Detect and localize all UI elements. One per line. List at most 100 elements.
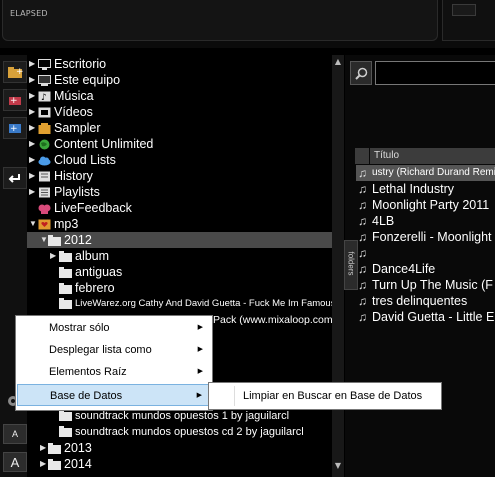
tree-item-label: Este equipo [54, 73, 121, 87]
tree-item-playlists[interactable]: ▶ Playlists [27, 184, 332, 200]
add-playlist-button[interactable]: + [3, 117, 27, 139]
tree-item-history[interactable]: ▶ History [27, 168, 332, 184]
add-folder-button[interactable]: + [3, 61, 27, 83]
folder-tree[interactable]: ▶ Escritorio ▶ Este equipo ▶ ♪ Música ▶ … [27, 55, 332, 477]
column-header-title[interactable]: Título [370, 148, 495, 164]
expand-arrow-icon[interactable]: ▶ [29, 120, 37, 136]
add-filter-button[interactable]: + [3, 89, 27, 111]
tree-item-label: 2013 [64, 441, 92, 455]
tree-item-album[interactable]: ▶ album [27, 248, 332, 264]
expand-arrow-icon[interactable]: ▶ [29, 104, 37, 120]
tree-item-label: antiguas [75, 265, 123, 279]
track-row[interactable]: ♫ [356, 245, 495, 261]
music-note-icon: ♫ [358, 246, 367, 260]
submenu-arrow-icon: ▶ [197, 324, 203, 331]
svg-text:+: + [10, 96, 18, 106]
search-button[interactable] [350, 61, 372, 85]
scroll-down-icon[interactable]: ▼ [332, 460, 344, 472]
music-folder-icon: ♪ [38, 90, 51, 103]
tree-item-este-equipo[interactable]: ▶ Este equipo [27, 72, 332, 88]
tree-item-febrero[interactable]: febrero [27, 280, 332, 296]
tree-item-antiguas[interactable]: antiguas [27, 264, 332, 280]
menu-item-mostrar-solo[interactable]: Mostrar sólo ▶ [17, 317, 211, 339]
track-row[interactable]: ♫ David Guetta - Little E [356, 309, 495, 325]
tree-item-escritorio[interactable]: ▶ Escritorio [27, 56, 332, 72]
menu-item-desplegar-lista[interactable]: Desplegar lista como ▶ [17, 339, 211, 361]
tree-item-livefeedback[interactable]: LiveFeedback [27, 200, 332, 216]
menu-item-base-de-datos[interactable]: Base de Datos ▶ [17, 384, 211, 406]
track-row[interactable]: ♫ Dance4Life [356, 261, 495, 277]
deck-side-button[interactable] [452, 4, 476, 16]
track-row[interactable]: ♫ Fonzerelli - Moonlight [356, 229, 495, 245]
svg-text:+: + [16, 67, 23, 77]
tree-item-cloud-lists[interactable]: ▶ Cloud Lists [27, 152, 332, 168]
back-button[interactable] [3, 167, 27, 189]
font-smaller-button[interactable]: A [3, 424, 27, 444]
track-title: ustry (Richard Durand Remix)-w [372, 167, 495, 178]
expand-arrow-icon[interactable]: ▶ [29, 152, 37, 168]
track-title: Dance4Life [372, 262, 436, 276]
tree-item-2012[interactable]: ▼ 2012 [27, 232, 332, 248]
tree-item-content-unlimited[interactable]: ▶ Content Unlimited [27, 136, 332, 152]
track-row[interactable]: ♫ Moonlight Party 2011 [356, 197, 495, 213]
track-title: tres delinquentes [372, 294, 468, 308]
tree-scrollbar[interactable] [332, 55, 344, 477]
tree-item-label: Pack (www.mixaloop.com) [213, 314, 332, 326]
expand-arrow-icon[interactable]: ▶ [40, 440, 48, 456]
music-note-icon: ♫ [358, 310, 367, 324]
folder-icon [59, 250, 72, 262]
font-larger-button[interactable]: A [3, 452, 27, 472]
track-title: Moonlight Party 2011 [372, 198, 490, 212]
collapse-arrow-icon[interactable]: ▼ [29, 216, 37, 232]
menu-item-elementos-raiz[interactable]: Elementos Raíz ▶ [17, 361, 211, 383]
tree-item-label: LiveFeedback [54, 201, 132, 215]
track-row[interactable]: ♫ 4LB [356, 213, 495, 229]
collapse-arrow-icon[interactable]: ▼ [40, 232, 48, 248]
track-row[interactable]: ♫ tres delinquentes [356, 293, 495, 309]
expand-arrow-icon[interactable]: ▶ [29, 56, 37, 72]
expand-arrow-icon[interactable]: ▶ [29, 168, 37, 184]
music-note-icon: ♫ [358, 278, 367, 292]
livefeedback-icon [38, 202, 51, 214]
music-note-icon: ♫ [358, 198, 367, 212]
tree-item-musica[interactable]: ▶ ♪ Música [27, 88, 332, 104]
tree-item-label: album [75, 249, 110, 263]
tree-item-livewarez[interactable]: LiveWarez.org Cathy And David Guetta - F… [27, 296, 332, 312]
track-title: Fonzerelli - Moonlight [372, 230, 492, 244]
search-input[interactable] [375, 61, 495, 85]
tree-item-label: 2014 [64, 457, 92, 471]
globe-icon [38, 138, 51, 150]
tree-item-label: Content Unlimited [54, 137, 154, 151]
expand-arrow-icon[interactable]: ▶ [50, 248, 58, 264]
desktop-icon [38, 58, 51, 70]
tree-item-mp3[interactable]: ▼ mp3 [27, 216, 332, 232]
expand-arrow-icon[interactable]: ▶ [29, 72, 37, 88]
expand-arrow-icon[interactable]: ▶ [29, 136, 37, 152]
expand-arrow-icon[interactable]: ▶ [29, 88, 37, 104]
menu-item-limpiar-base-de-datos[interactable]: Limpiar en Buscar en Base de Datos [243, 383, 422, 409]
folders-tab-label: folders [346, 251, 356, 276]
column-header-icon-cell[interactable] [355, 148, 369, 164]
folder-icon [59, 298, 72, 309]
database-submenu: Limpiar en Buscar en Base de Datos [208, 382, 442, 410]
tree-item-2014[interactable]: ▶ 2014 [27, 456, 332, 472]
tree-item-sampler[interactable]: ▶ Sampler [27, 120, 332, 136]
expand-arrow-icon[interactable]: ▶ [40, 456, 48, 472]
menu-item-label: Mostrar sólo [49, 322, 110, 334]
computer-icon [38, 74, 51, 86]
tree-item-videos[interactable]: ▶ Vídeos [27, 104, 332, 120]
track-row[interactable]: ♫ Turn Up The Music (F [356, 277, 495, 293]
add-filter-icon: + [9, 96, 21, 106]
music-note-icon: ♫ [358, 262, 367, 276]
music-note-icon: ♫ [358, 294, 367, 308]
tree-item-label: 2012 [64, 233, 92, 247]
folder-icon [59, 282, 72, 294]
scroll-up-icon[interactable]: ▲ [332, 56, 344, 68]
tree-item-2013[interactable]: ▶ 2013 [27, 440, 332, 456]
track-row[interactable]: ♫ ustry (Richard Durand Remix)-w [356, 165, 495, 181]
expand-arrow-icon[interactable]: ▶ [29, 184, 37, 200]
tree-item-soundtrack-2[interactable]: soundtrack mundos opuestos cd 2 by jagui… [27, 424, 332, 440]
track-row[interactable]: ♫ Lethal Industry [356, 181, 495, 197]
tree-item-label: soundtrack mundos opuestos cd 2 by jagui… [75, 426, 304, 438]
submenu-arrow-icon: ▶ [197, 346, 203, 353]
